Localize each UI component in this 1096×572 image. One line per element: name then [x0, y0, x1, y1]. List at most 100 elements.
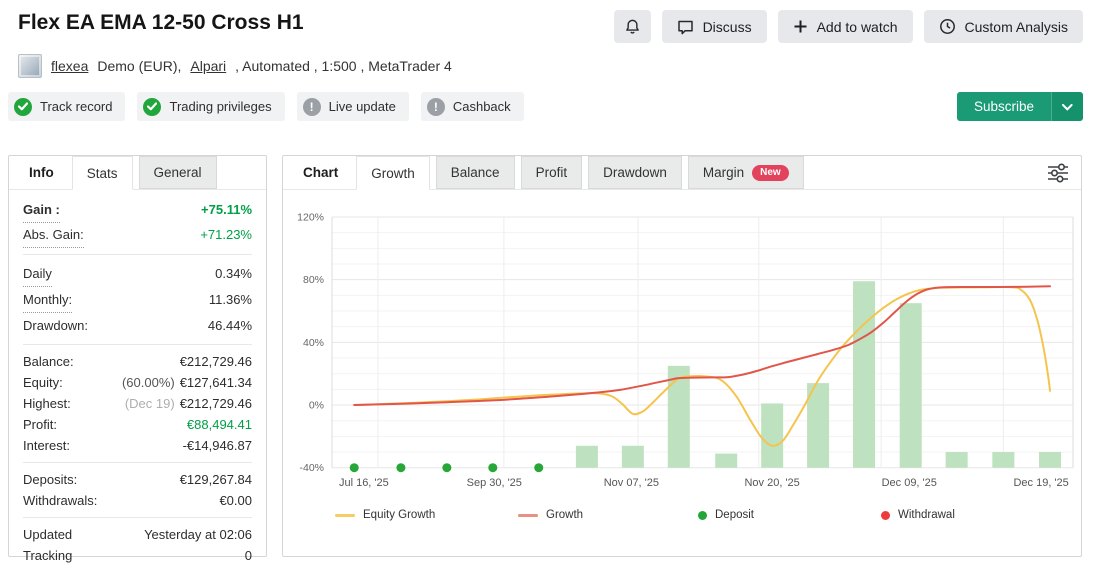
- custom-analysis-label: Custom Analysis: [964, 18, 1068, 35]
- stat-value-text: €88,494.41: [186, 417, 252, 432]
- stat-row: Interest: -€14,946.87: [23, 435, 252, 456]
- account-name-link[interactable]: flexea: [51, 58, 88, 74]
- stat-label: Profit:: [23, 417, 57, 432]
- stat-row: Gain : +75.11%: [23, 198, 252, 223]
- account-avatar: [18, 54, 42, 78]
- stat-value-text: 46.44%: [207, 318, 252, 333]
- legend-item-growth[interactable]: Growth: [518, 509, 583, 521]
- legend-item-deposit[interactable]: Deposit: [698, 509, 754, 521]
- tab-label: Margin: [702, 165, 745, 180]
- stat-value-text: €212,729.46: [179, 396, 252, 411]
- sidebar-tab-info[interactable]: Info: [17, 156, 66, 189]
- stat-value-prefix: (Dec 19): [124, 396, 175, 411]
- legend-label: Growth: [546, 509, 584, 521]
- svg-text:Nov 20, '25: Nov 20, '25: [744, 477, 799, 489]
- status-badge[interactable]: Track record: [8, 92, 126, 121]
- stat-group: Updated Yesterday at 02:06 Tracking 0: [23, 517, 252, 572]
- stat-value: €212,729.46: [180, 351, 252, 372]
- svg-text:120%: 120%: [297, 212, 324, 224]
- stat-row: Drawdown: 46.44%: [23, 313, 252, 338]
- stat-value-text: 11.36%: [208, 292, 252, 307]
- stat-value: 0.34%: [215, 261, 252, 286]
- notifications-button[interactable]: [613, 10, 651, 43]
- check-icon: [14, 97, 32, 116]
- legend-label: Withdrawal: [898, 509, 955, 521]
- new-badge: New: [752, 164, 789, 181]
- check-icon: [143, 97, 162, 116]
- stat-label: Withdrawals:: [23, 493, 98, 508]
- tab-label: Balance: [450, 165, 500, 180]
- stat-value-prefix: (60.00%): [121, 375, 175, 390]
- stat-group: Balance: €212,729.46 Equity: (60.00%) €127,6…: [23, 344, 252, 462]
- chevron-down-icon: [1062, 98, 1073, 116]
- broker-link[interactable]: Alpari: [190, 58, 226, 74]
- bell-icon: [624, 18, 641, 35]
- stat-value: 0: [245, 545, 252, 566]
- chart-tab-growth[interactable]: Growth: [356, 156, 430, 190]
- chart-settings-button[interactable]: [1045, 162, 1071, 185]
- stat-value: €129,267.84: [180, 469, 252, 490]
- add-to-watch-button[interactable]: Add to watch: [777, 10, 913, 43]
- stat-value-text: +75.11%: [201, 202, 252, 217]
- svg-text:Nov 07, '25: Nov 07, '25: [604, 477, 659, 489]
- stat-value-text: €127,641.34: [179, 375, 252, 390]
- stat-value: €0.00: [219, 490, 252, 511]
- chart-tab-margin[interactable]: Margin New: [687, 156, 804, 189]
- stat-value: 46.44%: [208, 313, 252, 338]
- legend-item-withdrawal[interactable]: Withdrawal: [881, 509, 955, 521]
- svg-text:-40%: -40%: [299, 462, 324, 474]
- legend-line-swatch: [518, 513, 538, 517]
- stat-row: Equity: (60.00%) €127,641.34: [23, 372, 252, 393]
- stat-value-text: 0.34%: [215, 266, 252, 281]
- tab-label: Chart: [303, 165, 339, 180]
- chart-tab-profit[interactable]: Profit: [520, 156, 583, 189]
- header-actions: Discuss Add to watch Custom Analysis: [613, 10, 1083, 43]
- chart-tab-chart[interactable]: Chart: [291, 156, 350, 189]
- chart-tabs: Chart Growth Balance Profit Drawdown Margin Ne…: [283, 156, 1081, 190]
- growth-chart[interactable]: -40% 0% 40% 80% 120% Jul 16, '25 Sep 30, '25 No…: [283, 190, 1081, 502]
- stat-row: Updated Yesterday at 02:06: [23, 524, 252, 545]
- sidebar-tab-general[interactable]: General: [138, 156, 217, 189]
- stat-label: Interest:: [23, 438, 70, 453]
- subscribe-dropdown[interactable]: [1051, 92, 1083, 121]
- stat-row: Profit: €88,494.41: [23, 414, 252, 435]
- account-info-1: Demo (EUR),: [97, 58, 182, 74]
- svg-text:Jul 16, '25: Jul 16, '25: [339, 477, 389, 489]
- chart-tab-balance[interactable]: Balance: [435, 156, 515, 189]
- badges-row: Track record Trading privileges ! Live upda…: [8, 92, 524, 121]
- stat-value: +75.11%: [201, 198, 252, 222]
- account-row: flexea Demo (EUR), Alpari , Automated , …: [18, 54, 452, 78]
- sidebar-stats: Gain : +75.11% Abs. Gain: +71.23% Daily 0.34%…: [9, 190, 266, 572]
- badge-label: Trading privileges: [169, 99, 272, 114]
- subscribe-label[interactable]: Subscribe: [956, 92, 1051, 121]
- svg-text:Dec 09, '25: Dec 09, '25: [882, 477, 937, 489]
- stat-value: (60.00%) €127,641.34: [122, 372, 252, 393]
- status-badge[interactable]: Trading privileges: [137, 92, 285, 121]
- stat-value: 11.36%: [209, 287, 252, 312]
- discuss-button[interactable]: Discuss: [661, 10, 767, 43]
- stat-label: Daily: [23, 261, 52, 287]
- stat-row: Withdrawals: €0.00: [23, 490, 252, 511]
- chat-bubble-icon: [677, 19, 694, 35]
- badge-label: Track record: [40, 99, 113, 114]
- subscribe-button[interactable]: Subscribe: [956, 92, 1083, 121]
- stat-row: Deposits: €129,267.84: [23, 469, 252, 490]
- legend-dot-swatch: [881, 510, 890, 520]
- svg-text:80%: 80%: [303, 274, 324, 286]
- sidebar-tab-stats[interactable]: Stats: [71, 156, 133, 190]
- badge-label: Live update: [328, 99, 396, 114]
- stat-value-text: €129,267.84: [179, 472, 252, 487]
- stat-row: Abs. Gain: +71.23%: [23, 223, 252, 248]
- custom-analysis-button[interactable]: Custom Analysis: [923, 10, 1083, 43]
- stat-label: Updated: [23, 527, 73, 542]
- stat-value: €88,494.41: [187, 414, 252, 435]
- stats-sidebar-panel: Info Stats General Gain : +75.11% Abs. Gain:…: [8, 155, 267, 563]
- stat-value-text: €212,729.46: [179, 354, 252, 369]
- stat-value: +71.23%: [200, 223, 252, 247]
- svg-text:0%: 0%: [309, 400, 324, 412]
- chart-tab-drawdown[interactable]: Drawdown: [588, 156, 682, 189]
- status-badge[interactable]: ! Cashback: [420, 92, 524, 121]
- stat-group: Deposits: €129,267.84 Withdrawals: €0.00: [23, 462, 252, 517]
- legend-item-equity-growth[interactable]: Equity Growth: [335, 509, 435, 521]
- status-badge[interactable]: ! Live update: [296, 92, 409, 121]
